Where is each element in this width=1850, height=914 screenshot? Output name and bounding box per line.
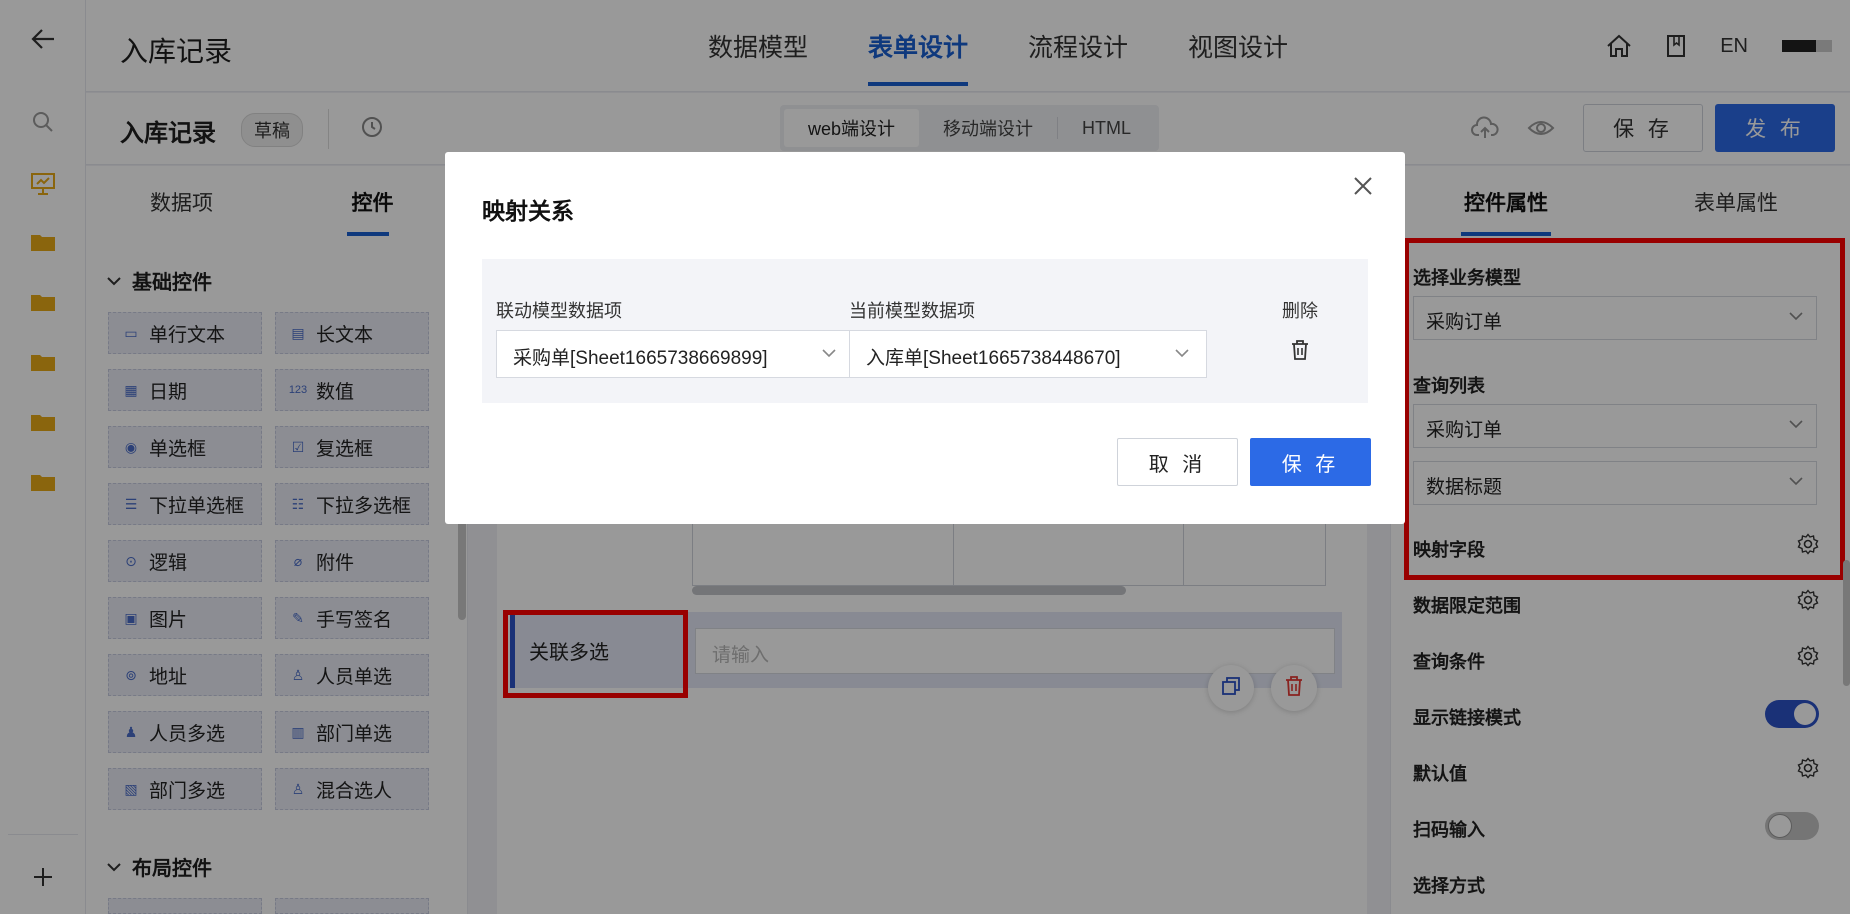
dialog-title: 映射关系	[482, 198, 574, 224]
target-field-select[interactable]: 入库单[Sheet1665738448670]	[849, 330, 1207, 378]
save-button[interactable]: 保 存	[1250, 438, 1371, 486]
close-icon[interactable]	[1353, 176, 1373, 196]
source-column-header: 联动模型数据项	[496, 301, 622, 321]
chevron-down-icon	[1174, 347, 1190, 359]
mapping-table: 联动模型数据项 当前模型数据项 删除 采购单[Sheet166573866989…	[482, 259, 1368, 403]
mapping-dialog: 映射关系 联动模型数据项 当前模型数据项 删除 采购单[Sheet1665738…	[445, 152, 1405, 524]
chevron-down-icon	[821, 347, 837, 359]
delete-column-header: 删除	[1282, 301, 1318, 321]
cancel-button[interactable]: 取 消	[1117, 438, 1238, 486]
source-field-select[interactable]: 采购单[Sheet1665738669899]	[496, 330, 854, 378]
target-column-header: 当前模型数据项	[849, 301, 975, 321]
trash-icon[interactable]	[1290, 339, 1310, 361]
